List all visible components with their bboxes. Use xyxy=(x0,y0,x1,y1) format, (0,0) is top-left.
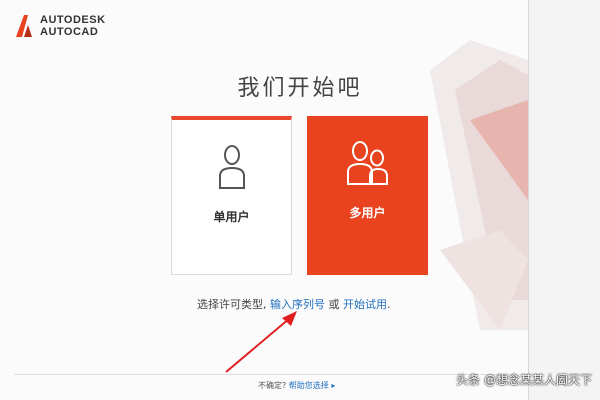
multi-user-label: 多用户 xyxy=(349,206,386,220)
start-trial-link[interactable]: 开始试用 xyxy=(343,298,387,311)
watermark-text: 头条 @想念某某人阖天下 xyxy=(456,373,592,387)
brand-autodesk: AUTODESK xyxy=(40,14,106,26)
autocad-launch-window: AUTODESK AUTOCAD 我们开始吧 单用户 多用户 选择许可类型, 输… xyxy=(0,0,529,400)
brand-autocad: AUTOCAD xyxy=(40,26,99,38)
license-prompt: 选择许可类型, xyxy=(197,298,267,311)
or-text: 或 xyxy=(328,298,340,311)
help-choose-link[interactable]: 帮助您选择 xyxy=(289,381,329,390)
footer-divider xyxy=(14,374,519,375)
single-user-card[interactable]: 单用户 xyxy=(171,116,292,275)
license-choice-line: 选择许可类型, 输入序列号 或 开始试用. xyxy=(197,296,391,312)
single-user-label: 单用户 xyxy=(213,210,250,224)
play-arrow-icon[interactable]: ▸ xyxy=(331,381,335,390)
single-user-icon xyxy=(172,144,291,190)
multi-user-card[interactable]: 多用户 xyxy=(307,116,428,275)
unsure-text: 不确定? xyxy=(258,381,287,390)
page-title: 我们开始吧 xyxy=(237,76,363,101)
period-text: . xyxy=(387,298,391,311)
enter-serial-link[interactable]: 输入序列号 xyxy=(270,298,325,311)
autocad-a-icon xyxy=(16,15,32,37)
multi-user-icon xyxy=(307,140,428,186)
help-line: 不确定? 帮助您选择 ▸ xyxy=(258,380,335,391)
autodesk-logo: AUTODESK AUTOCAD xyxy=(14,14,106,38)
